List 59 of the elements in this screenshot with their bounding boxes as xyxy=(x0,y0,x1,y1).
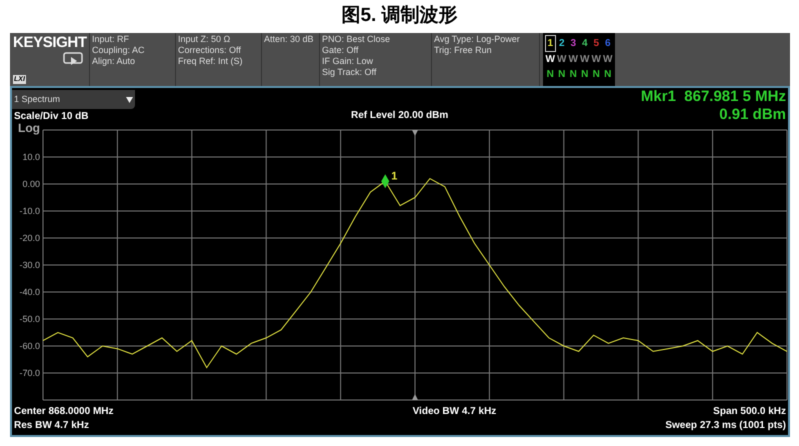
marker-frequency: Mkr1 867.981 5 MHz xyxy=(640,88,786,106)
y-axis-label: -50.0 xyxy=(19,314,40,324)
y-axis-label: -20.0 xyxy=(19,233,40,243)
y-axis-label: -70.0 xyxy=(19,368,40,378)
trace-detector: N xyxy=(592,68,601,82)
ref-level-label: Ref Level 20.00 dBm xyxy=(351,109,448,122)
setting-text: Align: Auto xyxy=(92,56,136,67)
trace-number[interactable]: 6 xyxy=(602,35,613,52)
trace-number[interactable]: 4 xyxy=(580,35,590,52)
center-tick-icon xyxy=(412,394,418,400)
setting-text: Gate: Off xyxy=(322,45,360,56)
dropdown-arrow-icon xyxy=(126,96,133,102)
trace-number[interactable]: 2 xyxy=(556,35,567,52)
setting-text: Sig Track: Off xyxy=(322,67,378,78)
setting-text: Trig: Free Run xyxy=(434,45,493,56)
y-axis-label: -30.0 xyxy=(19,260,40,270)
play-box-icon xyxy=(63,52,83,66)
y-axis-label: 10.0 xyxy=(22,152,40,162)
trace-number[interactable]: 5 xyxy=(591,35,602,52)
window-dropdown[interactable]: 1 Spectrum xyxy=(12,90,135,109)
trace-mode: W xyxy=(568,53,578,67)
y-axis-label: -10.0 xyxy=(19,206,40,216)
trace-detector: N xyxy=(568,68,578,82)
trace-detector: N xyxy=(603,68,612,82)
marker-diamond-icon xyxy=(381,174,390,188)
trace-mode: W xyxy=(580,53,590,67)
trace-detector: N xyxy=(580,68,590,82)
setting-text: Freq Ref: Int (S) xyxy=(178,56,244,67)
center-frequency: Center 868.0000 MHz xyxy=(14,405,114,419)
y-axis-label: 0.00 xyxy=(22,179,40,189)
trace-mode: W xyxy=(545,53,556,67)
setting-text: Atten: 30 dB xyxy=(264,34,315,45)
setting-text: Input Z: 50 Ω xyxy=(178,34,232,45)
setting-text: IF Gain: Low xyxy=(322,56,374,67)
figure-caption: 图5. 调制波形 xyxy=(341,4,458,28)
scale-label: Scale/Div 10 dB xyxy=(13,110,90,123)
video-bandwidth: Video BW 4.7 kHz xyxy=(412,405,496,419)
trace-detector: N xyxy=(546,68,555,82)
brand-logo: KEYSIGHT xyxy=(13,34,88,51)
setting-text: Coupling: AC xyxy=(92,45,146,56)
setting-text: Avg Type: Log-Power xyxy=(434,34,521,45)
y-axis-label: -60.0 xyxy=(19,341,40,351)
center-tick-icon xyxy=(412,130,418,136)
scale-type-label: Log xyxy=(17,123,41,134)
trace-number[interactable]: 1 xyxy=(545,35,556,52)
sweep-label: Sweep 27.3 ms (1001 pts) xyxy=(665,419,786,433)
resolution-bandwidth: Res BW 4.7 kHz xyxy=(14,419,90,433)
trace-mode: W xyxy=(556,53,567,67)
y-axis-label: -40.0 xyxy=(19,287,40,297)
span-label: Span 500.0 kHz xyxy=(713,405,786,419)
marker-label: 1 xyxy=(391,170,398,182)
marker-amplitude: 0.91 dBm xyxy=(719,106,786,123)
trace-mode: W xyxy=(602,53,613,67)
setting-text: Input: RF xyxy=(92,34,130,45)
trace-detector: N xyxy=(557,68,566,82)
setting-text: PNO: Best Close xyxy=(322,34,392,45)
setting-text: Corrections: Off xyxy=(178,45,242,56)
trace-number[interactable]: 3 xyxy=(568,35,578,52)
trace-mode: W xyxy=(591,53,602,67)
